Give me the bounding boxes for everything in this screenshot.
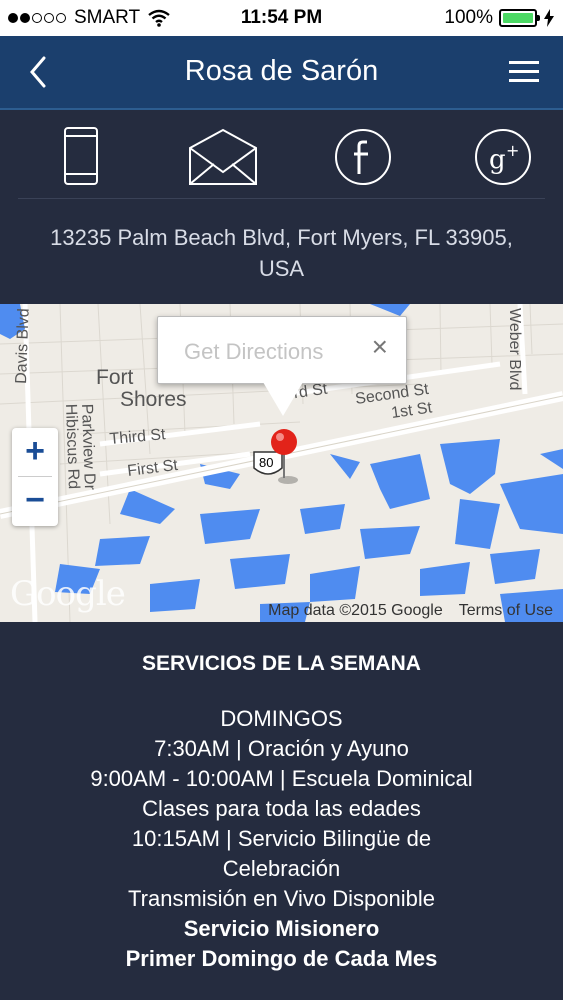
service-line: Transmisión en Vivo Disponible bbox=[128, 886, 435, 911]
address-text: 13235 Palm Beach Blvd, Fort Myers, FL 33… bbox=[50, 225, 513, 281]
route-80-badge: 80 bbox=[253, 451, 283, 475]
street-label: Davis Blvd bbox=[13, 308, 33, 384]
hamburger-menu-icon[interactable] bbox=[509, 58, 539, 86]
zoom-out-button[interactable]: − bbox=[12, 477, 58, 525]
service-line: Celebración bbox=[222, 856, 341, 881]
popup-tail bbox=[263, 382, 303, 416]
service-line-bold: Primer Domingo de Cada Mes bbox=[125, 946, 438, 971]
phone-icon[interactable] bbox=[46, 126, 116, 188]
google-logo: Google bbox=[10, 574, 126, 614]
popup-close-icon[interactable]: × bbox=[372, 331, 388, 363]
services-list: DOMINGOS 7:30AM | Oración y Ayuno 9:00AM… bbox=[0, 704, 563, 974]
services-heading: SERVICIOS DE LA SEMANA bbox=[142, 652, 421, 675]
route-number: 80 bbox=[259, 455, 273, 470]
street-label: Fort bbox=[96, 366, 134, 389]
svg-text:+: + bbox=[506, 141, 519, 160]
directions-popup: Get Directions × bbox=[157, 316, 407, 384]
service-line: DOMINGOS bbox=[220, 706, 343, 731]
svg-text:g: g bbox=[489, 145, 506, 175]
email-icon[interactable] bbox=[188, 126, 258, 188]
service-line: 10:15AM | Servicio Bilingüe de bbox=[131, 826, 432, 851]
status-right: 100% bbox=[444, 7, 555, 29]
zoom-controls: + − bbox=[12, 428, 58, 526]
map-data-text: Map data ©2015 Google bbox=[268, 602, 443, 619]
contact-icons-row: g + bbox=[0, 110, 563, 200]
street-label: Weber Blvd bbox=[506, 308, 523, 390]
google-plus-icon[interactable]: g + bbox=[468, 126, 538, 188]
charging-bolt-icon bbox=[544, 9, 554, 27]
street-label: Parkview Dr bbox=[78, 404, 98, 491]
facebook-icon[interactable] bbox=[328, 126, 398, 188]
services-section: SERVICIOS DE LA SEMANA DOMINGOS 7:30AM |… bbox=[0, 622, 563, 1000]
zoom-in-button[interactable]: + bbox=[12, 428, 58, 476]
service-line: 7:30AM | Oración y Ayuno bbox=[154, 736, 409, 761]
page-title: Rosa de Sarón bbox=[184, 55, 379, 87]
status-bar: SMART 11:54 PM 100% bbox=[0, 0, 563, 36]
service-line: Clases para toda las edades bbox=[142, 796, 421, 821]
battery-icon bbox=[499, 9, 540, 27]
service-line: 9:00AM - 10:00AM | Escuela Dominical bbox=[90, 766, 473, 791]
divider bbox=[18, 198, 545, 199]
battery-percent: 100% bbox=[444, 7, 493, 28]
street-label: Shores bbox=[120, 388, 187, 411]
map-attribution: Map data ©2015 Google Terms of Use bbox=[252, 602, 553, 620]
terms-of-use-link[interactable]: Terms of Use bbox=[459, 602, 553, 619]
get-directions-button[interactable]: Get Directions bbox=[184, 339, 323, 365]
service-line-bold: Servicio Misionero bbox=[183, 916, 380, 941]
nav-bar: Rosa de Sarón bbox=[0, 36, 563, 110]
